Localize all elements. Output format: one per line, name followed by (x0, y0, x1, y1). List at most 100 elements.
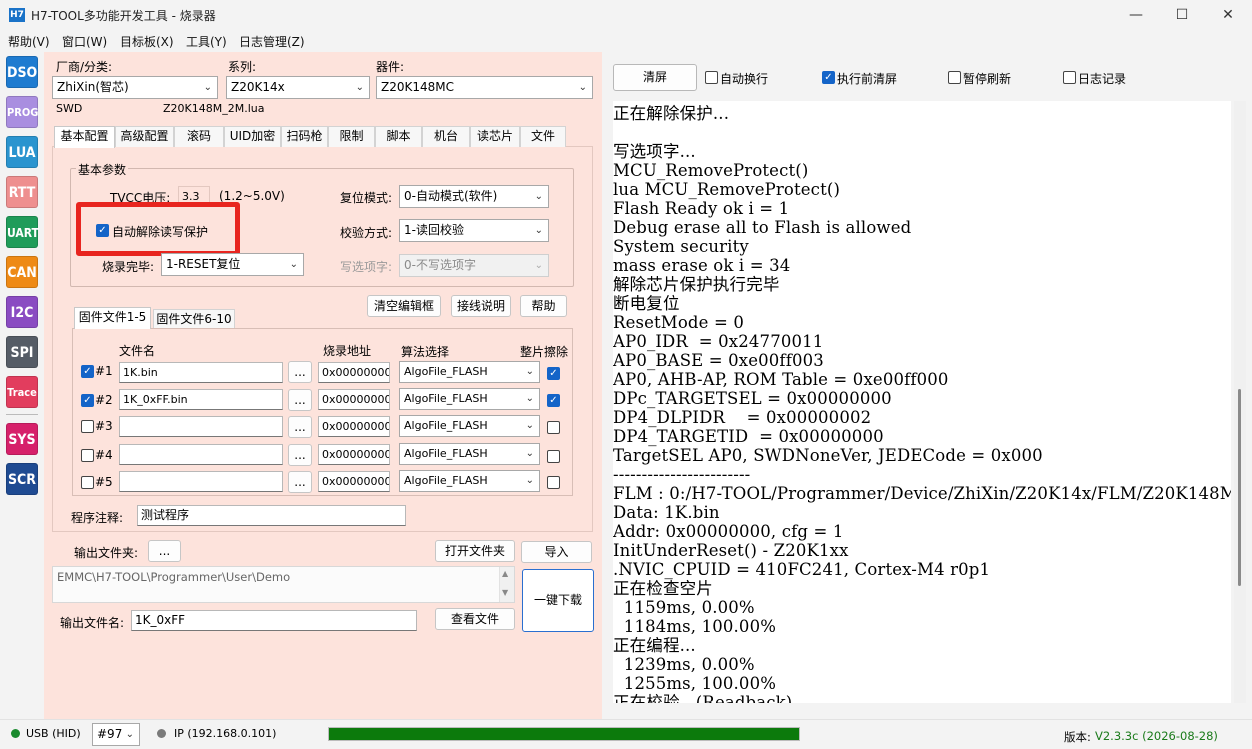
tab-read-chip[interactable]: 读芯片 (470, 126, 520, 147)
file-row-5-erase-checkbox[interactable] (547, 476, 560, 489)
vendor-select[interactable]: ZhiXin(智芯) ⌄ (52, 76, 218, 99)
tab-machine[interactable]: 机台 (422, 126, 470, 147)
clear-editor-button[interactable]: 清空编辑框 (367, 295, 441, 317)
file-row-2-checkbox[interactable]: ✓ (81, 394, 94, 407)
clear-screen-button[interactable]: 清屏 (613, 64, 697, 91)
close-icon[interactable]: ✕ (1205, 0, 1251, 30)
tab-rolling-code[interactable]: 滚码 (174, 126, 224, 147)
open-folder-button[interactable]: 打开文件夹 (435, 540, 515, 562)
tab-file[interactable]: 文件 (520, 126, 566, 147)
verify-select[interactable]: 1-读回校验 ⌄ (399, 219, 549, 242)
file-row-5-name[interactable] (119, 471, 283, 492)
tab-scanner[interactable]: 扫码枪 (281, 126, 328, 147)
file-row-4-name[interactable] (119, 444, 283, 465)
file-row-4-algo-select[interactable]: AlgoFile_FLASH ⌄ (399, 443, 540, 465)
file-row-4-erase-checkbox[interactable] (547, 450, 560, 463)
scroll-up-icon[interactable]: ▲ (502, 569, 508, 578)
pause-refresh-checkbox[interactable] (948, 71, 961, 84)
sidebar-uart-button[interactable]: UART (6, 216, 39, 248)
tab-advanced-config[interactable]: 高级配置 (115, 126, 174, 147)
sidebar-spi-button[interactable]: SPI (6, 336, 38, 368)
program-note-input[interactable]: 测试程序 (137, 505, 406, 526)
auto-wrap-checkbox[interactable] (705, 71, 718, 84)
file-row-3-algo-select[interactable]: AlgoFile_FLASH ⌄ (399, 415, 540, 437)
chevron-down-icon: ⌄ (525, 420, 534, 431)
option-byte-select[interactable]: 0-不写选项字 ⌄ (399, 254, 549, 277)
log-record-checkbox[interactable] (1063, 71, 1076, 84)
log-line: Debug erase all to Flash is allowed (613, 218, 912, 237)
menu-tools[interactable]: 工具(Y) (186, 33, 227, 50)
tab-limit[interactable]: 限制 (328, 126, 375, 147)
interface-text: SWD (56, 102, 83, 115)
file-row-1-checkbox[interactable]: ✓ (81, 365, 94, 378)
menu-window[interactable]: 窗口(W) (62, 33, 107, 50)
log-output[interactable]: 正在解除保护... 写选项字... MCU_RemoveProtect() lua M… (613, 101, 1231, 703)
log-line: 正在解除保护... (613, 104, 730, 123)
sidebar-lua-button[interactable]: LUA (6, 136, 38, 168)
view-file-button[interactable]: 查看文件 (435, 608, 515, 630)
file-row-4-checkbox[interactable] (81, 449, 94, 462)
log-line: 正在编程... (613, 636, 696, 655)
sidebar-i2c-button[interactable]: I2C (6, 296, 38, 328)
reset-mode-select[interactable]: 0-自动模式(软件) ⌄ (399, 185, 549, 208)
file-row-5-checkbox[interactable] (81, 476, 94, 489)
menu-log-management[interactable]: 日志管理(Z) (239, 33, 305, 50)
output-folder-browse-button[interactable]: ... (148, 540, 181, 562)
sidebar-scr-button[interactable]: SCR (6, 463, 38, 495)
file-row-1-name[interactable]: 1K.bin (119, 362, 283, 383)
minimize-icon[interactable]: — (1113, 0, 1159, 30)
tab-basic-config[interactable]: 基本配置 (54, 126, 115, 148)
one-click-download-button[interactable]: 一键下载 (522, 569, 594, 632)
file-row-1-erase-checkbox[interactable]: ✓ (547, 367, 560, 380)
basic-params-title: 基本参数 (76, 161, 129, 178)
sidebar-dso-button[interactable]: DSO (6, 56, 38, 88)
sidebar-rtt-button[interactable]: RTT (6, 176, 38, 208)
help-button[interactable]: 帮助 (520, 295, 567, 317)
file-row-2-browse-button[interactable]: ... (288, 389, 312, 411)
file-row-3-address[interactable]: 0x00000000 (318, 416, 390, 437)
file-row-1-algo-select[interactable]: AlgoFile_FLASH ⌄ (399, 361, 540, 383)
tab-uid-encrypt[interactable]: UID加密 (224, 126, 281, 147)
menu-help[interactable]: 帮助(V) (8, 33, 50, 50)
sidebar-prog-button[interactable]: PROG (6, 96, 38, 128)
tab-script[interactable]: 脚本 (375, 126, 422, 147)
log-scrollbar[interactable] (1234, 101, 1246, 703)
chevron-down-icon: ⌄ (525, 366, 534, 377)
maximize-icon[interactable]: ☐ (1159, 0, 1205, 30)
output-folder-scrollbar[interactable]: ▲ ▼ (499, 567, 514, 602)
file-row-3-name[interactable] (119, 416, 283, 437)
file-row-3-browse-button[interactable]: ... (288, 416, 312, 438)
tab-firmware-1-5[interactable]: 固件文件1-5 (74, 307, 151, 329)
scroll-down-icon[interactable]: ▼ (502, 588, 508, 597)
log-line: AP0, AHB-AP, ROM Table = 0xe00ff000 (613, 370, 949, 389)
part-select[interactable]: Z20K148MC ⌄ (376, 76, 593, 99)
output-filename-input[interactable]: 1K_0xFF (131, 610, 417, 631)
file-row-4-address[interactable]: 0x00000000 (318, 444, 390, 465)
file-row-5-address[interactable]: 0x00000000 (318, 471, 390, 492)
file-row-2-address[interactable]: 0x00000000 (318, 389, 390, 410)
burn-done-select[interactable]: 1-RESET复位 ⌄ (161, 253, 304, 276)
file-row-2-erase-checkbox[interactable]: ✓ (547, 394, 560, 407)
tab-firmware-6-10[interactable]: 固件文件6-10 (153, 309, 235, 328)
file-row-2-name[interactable]: 1K_0xFF.bin (119, 389, 283, 410)
file-row-2-algo-select[interactable]: AlgoFile_FLASH ⌄ (399, 388, 540, 410)
wiring-guide-button[interactable]: 接线说明 (451, 295, 511, 317)
file-row-5-algo-select[interactable]: AlgoFile_FLASH ⌄ (399, 470, 540, 492)
log-line: InitUnderReset() - Z20K1xx (613, 541, 849, 560)
sidebar-sys-button[interactable]: SYS (6, 423, 38, 455)
import-button[interactable]: 导入 (521, 541, 592, 563)
file-row-1-address[interactable]: 0x00000000 (318, 362, 390, 383)
sidebar-trace-button[interactable]: Trace (6, 376, 38, 408)
file-row-3-erase-checkbox[interactable] (547, 421, 560, 434)
menu-target-board[interactable]: 目标板(X) (120, 33, 174, 50)
device-number-select[interactable]: #97 ⌄ (92, 723, 140, 746)
series-select[interactable]: Z20K14x ⌄ (226, 76, 370, 99)
file-row-3-checkbox[interactable] (81, 420, 94, 433)
file-row-4-browse-button[interactable]: ... (288, 444, 312, 466)
file-row-5-browse-button[interactable]: ... (288, 471, 312, 493)
file-row-1-browse-button[interactable]: ... (288, 361, 312, 383)
log-scrollbar-thumb[interactable] (1238, 389, 1241, 586)
clear-before-run-checkbox[interactable]: ✓ (822, 71, 835, 84)
log-line: TargetSEL AP0, SWDNoneVer, JEDECode = 0x… (613, 446, 1043, 465)
sidebar-can-button[interactable]: CAN (6, 256, 38, 288)
